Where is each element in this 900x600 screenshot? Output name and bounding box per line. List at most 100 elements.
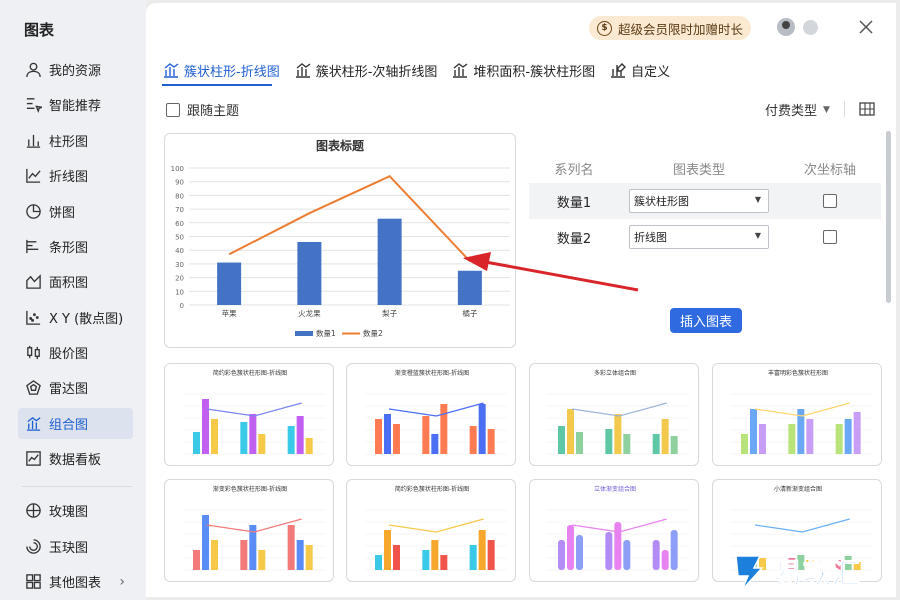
- thumbnail-title: 丰富明彩色簇状柱形图: [768, 369, 828, 377]
- scrollbar[interactable]: [886, 131, 891, 303]
- sidebar-item-label: 股价图: [49, 347, 89, 362]
- y-tick-label: 40: [175, 247, 184, 255]
- template-thumbnail[interactable]: 渐变彩色簇状柱形图-折线图: [164, 479, 334, 582]
- template-thumbnail[interactable]: 简约彩色簇状柱形图-折线图: [164, 363, 334, 466]
- chevron-right-icon: ›: [119, 573, 125, 590]
- sidebar-item-pie-chart[interactable]: 饼图: [18, 196, 133, 227]
- tab-label: 堆积面积-簇状柱形图: [473, 64, 596, 80]
- sidebar-item-label: X Y (散点图): [49, 312, 124, 327]
- y-tick-label: 90: [175, 179, 184, 187]
- sidebar-item-label: 其他图表: [49, 576, 102, 591]
- y-tick-label: 0: [180, 302, 184, 310]
- sidebar-item-combo-chart[interactable]: 组合图: [18, 408, 133, 439]
- vip-promo-text: 超级会员限时加赠时长: [618, 21, 744, 37]
- template-thumbnail[interactable]: 简约彩色簇状柱形图-折线图: [346, 479, 516, 582]
- combo-chart-icon: [162, 61, 180, 79]
- sidebar-item-label: 玫瑰图: [49, 505, 89, 520]
- vip-promo-badge[interactable]: $ 超级会员限时加赠时长: [589, 16, 751, 40]
- chart-type-select[interactable]: 簇状柱形图 ▼: [629, 189, 769, 213]
- scatter-chart-icon: [24, 309, 42, 327]
- toolbar-divider: [844, 101, 845, 117]
- other-chart-icon: [24, 573, 42, 591]
- series-name: 数量1: [556, 195, 592, 211]
- bar-chart-icon: [24, 238, 42, 256]
- grid-view-icon: [859, 102, 875, 116]
- thumbnail-title: 渐变橙蓝簇状柱形图-折线图: [395, 369, 469, 377]
- x-tick-label: 苹果: [222, 308, 237, 318]
- rose-chart-icon: [24, 502, 42, 520]
- follow-theme-checkbox[interactable]: 跟随主题: [166, 100, 239, 119]
- sidebar-item-bar-chart[interactable]: 条形图: [18, 231, 133, 262]
- y-tick-label: 60: [175, 220, 184, 228]
- thumbnail-chart: 渐变彩色簇状柱形图-折线图: [183, 485, 325, 571]
- sidebar-item-label: 面积图: [49, 276, 89, 291]
- template-thumbnail[interactable]: 立体渐变组合图: [529, 479, 699, 582]
- bar: [297, 241, 322, 305]
- sidebar-item-label: 玉玦图: [49, 541, 89, 556]
- sidebar-item-scatter-chart[interactable]: X Y (散点图): [18, 302, 133, 333]
- active-tab-underline: [162, 84, 272, 86]
- avatar[interactable]: [777, 18, 795, 36]
- sidebar-item-area-chart[interactable]: 面积图: [18, 266, 133, 297]
- stock-chart-icon: [24, 344, 42, 362]
- sidebar-item-smart-recommend[interactable]: 智能推荐: [18, 89, 133, 120]
- sidebar-item-jade-chart[interactable]: 玉玦图: [18, 531, 133, 562]
- chart-title: 图表标题: [316, 138, 365, 153]
- thumbnail-title: 小清新渐变组合图: [774, 485, 822, 493]
- custom-chart-icon: [609, 61, 627, 79]
- legend-label: 数量1: [316, 328, 336, 338]
- secondary-axis-checkbox[interactable]: [823, 230, 837, 244]
- thumbnail-title: 立体渐变组合图: [594, 485, 636, 493]
- sidebar: 图表 我的资源 智能推荐 柱形图 折线图 饼图 条形图 面积图 X Y (散点图) 股价图 雷达图…: [0, 0, 146, 600]
- x-tick-label: 橘子: [462, 308, 477, 318]
- sidebar-item-label: 饼图: [49, 206, 76, 221]
- thumbnail-title: 多彩立体组合图: [594, 369, 636, 377]
- column-chart-icon: [24, 132, 42, 150]
- sidebar-item-line-chart[interactable]: 折线图: [18, 160, 133, 191]
- thumbnail-chart: 简约彩色簇状柱形图-折线图: [365, 485, 507, 571]
- paid-type-dropdown[interactable]: 付费类型 ▼: [765, 100, 830, 119]
- sidebar-item-dashboard[interactable]: 数据看板: [18, 443, 133, 474]
- checkbox-box[interactable]: [166, 102, 180, 117]
- tab-label: 簇状柱形-次轴折线图: [315, 64, 438, 80]
- sidebar-item-label: 柱形图: [49, 135, 89, 150]
- sidebar-item-label: 条形图: [49, 241, 89, 256]
- sidebar-item-stock-chart[interactable]: 股价图: [18, 337, 133, 368]
- tab-label: 自定义: [631, 64, 671, 80]
- y-tick-label: 20: [175, 275, 184, 283]
- sidebar-item-rose-chart[interactable]: 玫瑰图: [18, 495, 133, 526]
- line-chart-icon: [24, 167, 42, 185]
- chart-type-select[interactable]: 折线图 ▼: [629, 225, 769, 249]
- bar: [457, 270, 482, 305]
- membership-icon[interactable]: [803, 20, 818, 35]
- thumbnail-chart: 丰富明彩色簇状柱形图: [731, 369, 873, 455]
- y-tick-label: 70: [175, 206, 184, 214]
- tab-cluster-column-secondary-line[interactable]: 簇状柱形-次轴折线图: [294, 59, 438, 81]
- tab-custom[interactable]: 自定义: [609, 59, 670, 81]
- dashboard-icon: [24, 450, 42, 468]
- tab-cluster-column-line[interactable]: 簇状柱形-折线图: [162, 59, 280, 81]
- main-panel: $ 超级会员限时加赠时长 簇状柱形-折线图 簇状柱形-次轴折线图 堆积面积-簇状…: [146, 3, 896, 597]
- tab-stacked-area-column[interactable]: 堆积面积-簇状柱形图: [451, 59, 595, 81]
- sidebar-item-label: 数据看板: [49, 453, 102, 468]
- watermark-logo: 易软汇: [728, 552, 861, 592]
- template-thumbnail[interactable]: 渐变橙蓝簇状柱形图-折线图: [346, 363, 516, 466]
- secondary-axis-checkbox[interactable]: [823, 194, 837, 208]
- legend-swatch: [295, 331, 313, 336]
- paid-type-label: 付费类型: [765, 104, 818, 119]
- sidebar-item-radar-chart[interactable]: 雷达图: [18, 372, 133, 403]
- close-button[interactable]: [856, 17, 876, 37]
- grid-view-button[interactable]: [859, 101, 875, 117]
- sidebar-item-column-chart[interactable]: 柱形图: [18, 125, 133, 156]
- sidebar-item-user[interactable]: 我的资源: [18, 54, 133, 85]
- series-line: [228, 175, 471, 262]
- caret-down-icon: ▼: [823, 104, 830, 115]
- tab-bar: 簇状柱形-折线图 簇状柱形-次轴折线图 堆积面积-簇状柱形图 自定义: [162, 59, 684, 81]
- insert-chart-button[interactable]: 插入图表: [670, 308, 742, 333]
- sidebar-item-label: 我的资源: [49, 64, 102, 79]
- sidebar-divider: [22, 486, 132, 487]
- template-thumbnail[interactable]: 丰富明彩色簇状柱形图: [712, 363, 882, 466]
- y-tick-label: 100: [171, 165, 184, 173]
- sidebar-item-other-chart[interactable]: 其他图表 ›: [18, 566, 133, 597]
- template-thumbnail[interactable]: 多彩立体组合图: [529, 363, 699, 466]
